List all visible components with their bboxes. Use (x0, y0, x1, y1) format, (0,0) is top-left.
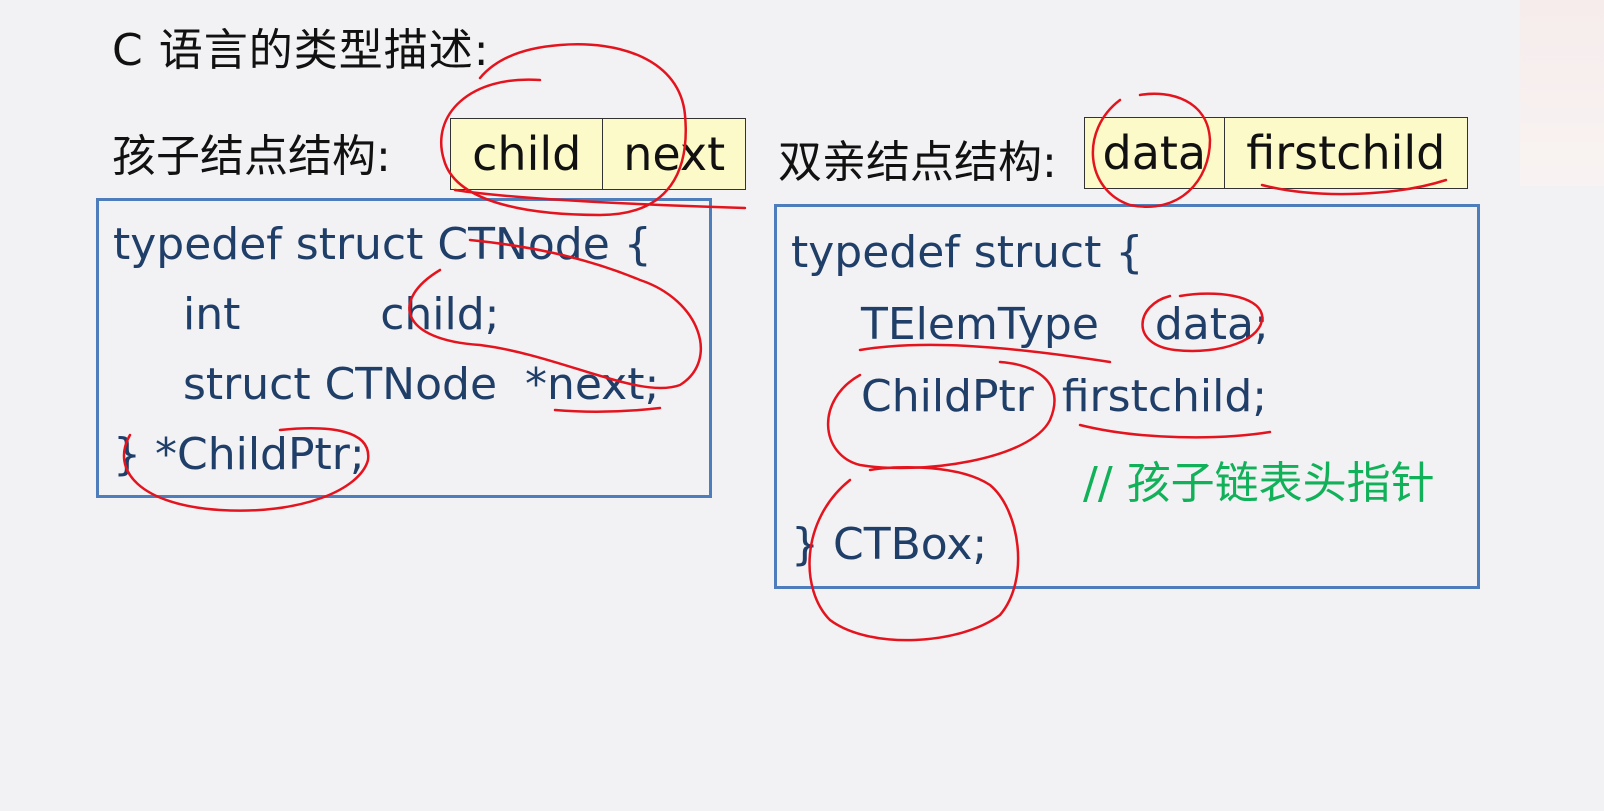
annotation-underline-telemtype (858, 343, 1112, 364)
handwritten-annotations (122, 43, 1448, 642)
annotation-loop-ctbox (808, 465, 1020, 642)
annotation-loop-childptr (122, 427, 370, 512)
annotation-underline-firstchild (1260, 178, 1448, 196)
annotation-loop-childptr-right (826, 360, 1056, 470)
annotation-loop-data-cell (1091, 92, 1212, 208)
annotation-loop-data (1141, 292, 1264, 353)
annotation-underline-cells (453, 188, 747, 210)
annotation-loop-next (408, 238, 703, 390)
annotation-underline-firstchild-code (1078, 423, 1272, 439)
annotation-underline-next (553, 406, 662, 413)
annotation-loop-child-next (439, 43, 687, 217)
